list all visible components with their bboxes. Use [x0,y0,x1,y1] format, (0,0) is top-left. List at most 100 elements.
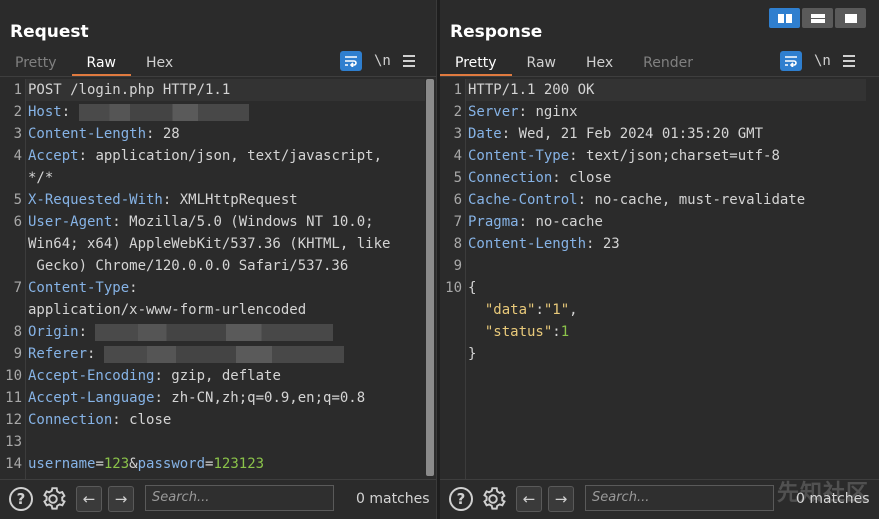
tab-pretty[interactable]: Pretty [0,52,72,76]
request-title: Request [10,22,89,42]
tab-divider [0,76,436,77]
response-pane: Response Pretty Raw Hex Render \n 1 HTTP… [440,0,879,519]
stacked-layout-icon[interactable] [802,8,833,28]
header-pragma: Pragma: no-cache [468,214,603,230]
match-count: 0 matches [356,491,430,507]
header-name: Pragma [468,214,519,230]
line-number: 14 [5,456,22,472]
header-name: Referer [28,346,88,362]
watermark: 先知社区 [776,481,869,506]
header-value: zh-CN,zh;q=0.9,en;q=0.8 [171,390,366,406]
newline-toggle-button[interactable]: \n [814,53,831,69]
line-number: 4 [453,148,462,164]
gear-icon[interactable] [40,486,66,512]
header-name: Content-Type [28,280,130,296]
header-continuation: Win64; x64) AppleWebKit/537.36 (KHTML, l… [28,236,391,252]
line-number: 4 [13,148,22,164]
line-number: 13 [5,434,22,450]
header-user-agent: User-Agent: Mozilla/5.0 (Windows NT 10.0… [28,214,374,230]
request-line-text: POST /login.php HTTP/1.1 [28,82,231,98]
help-icon[interactable]: ? [448,486,474,512]
json-value: 1 [560,324,570,340]
header-name: Server [468,104,519,120]
next-match-button[interactable]: → [548,486,574,512]
line-number: 7 [13,280,22,296]
newline-toggle-button[interactable]: \n [374,53,391,69]
json-field-status: "status":1 [484,324,570,340]
line-number: 9 [453,258,462,274]
line-number: 3 [13,126,22,142]
help-icon[interactable]: ? [8,486,34,512]
header-continuation: */* [28,170,54,186]
request-body: username=123&password=123123 [28,456,265,472]
header-value: no-cache [535,214,603,230]
word-wrap-icon[interactable] [340,51,362,71]
line-number: 8 [13,324,22,340]
header-connection: Connection: close [468,170,612,186]
gutter-line [25,79,26,479]
header-value: application/json, text/javascript, [95,148,383,164]
tab-raw[interactable]: Raw [71,52,131,76]
search-input[interactable]: Search... [585,485,774,511]
json-close-brace: } [468,346,477,362]
header-value: close [129,412,172,428]
line-number: 11 [5,390,22,406]
header-name: User-Agent [28,214,113,230]
line-number: 6 [13,214,22,230]
next-match-button[interactable]: → [108,486,134,512]
request-editor[interactable]: 1 POST /login.php HTTP/1.1 2 Host: 3 Con… [0,79,426,479]
response-editor[interactable]: 1 HTTP/1.1 200 OK 2 Server: nginx 3 Date… [440,79,879,479]
response-footer: ? ← → Search... 0 matches 先知社区 [440,479,879,519]
scrollbar[interactable] [425,79,435,479]
param-name: username [28,456,96,472]
line-number: 2 [13,104,22,120]
header-date: Date: Wed, 21 Feb 2024 01:35:20 GMT [468,126,764,142]
gear-icon[interactable] [480,486,506,512]
previous-match-button[interactable]: ← [516,486,542,512]
tab-pretty[interactable]: Pretty [440,52,512,76]
header-server: Server: nginx [468,104,578,120]
line-number: 1 [453,82,462,98]
header-name: Connection [468,170,553,186]
header-value: Mozilla/5.0 (Windows NT 10.0; [129,214,374,230]
header-value: 23 [602,236,620,252]
tab-raw[interactable]: Raw [512,52,571,76]
word-wrap-icon[interactable] [780,51,802,71]
header-value: 28 [162,126,180,142]
scrollbar-thumb[interactable] [426,79,434,476]
tab-hex[interactable]: Hex [131,52,188,76]
header-content-length: Content-Length: 23 [468,236,620,252]
tab-render[interactable]: Render [628,52,708,76]
header-accept-encoding: Accept-Encoding: gzip, deflate [28,368,281,384]
side-by-side-layout-icon[interactable] [769,8,800,28]
tab-hex[interactable]: Hex [571,52,628,76]
header-name: Content-Type [468,148,570,164]
tabbed-layout-icon[interactable] [835,8,866,28]
response-title: Response [450,22,543,42]
menu-icon[interactable] [842,55,855,67]
menu-icon[interactable] [402,55,415,67]
header-content-type: Content-Type: text/json;charset=utf-8 [468,148,780,164]
header-value: Wed, 21 Feb 2024 01:35:20 GMT [518,126,764,142]
line-number: 10 [5,368,22,384]
json-key: "status" [484,324,553,340]
header-value: nginx [535,104,578,120]
header-value: XMLHttpRequest [179,192,298,208]
line-number: 10 [445,280,462,296]
header-value: text/json;charset=utf-8 [586,148,780,164]
help-glyph: ? [9,487,33,511]
header-content-type: Content-Type: [28,280,138,296]
line-number: 6 [453,192,462,208]
line-number: 2 [453,104,462,120]
previous-match-button[interactable]: ← [76,486,102,512]
json-value: "1" [543,302,570,318]
header-name: Accept [28,148,79,164]
search-input[interactable]: Search... [145,485,334,511]
line-number: 9 [13,346,22,362]
request-editor-toolbar: \n [340,51,415,71]
header-name: Content-Length [468,236,587,252]
header-value: close [569,170,612,186]
gutter-line [465,79,466,479]
param-name: password [137,456,206,472]
header-host: Host: [28,101,249,123]
